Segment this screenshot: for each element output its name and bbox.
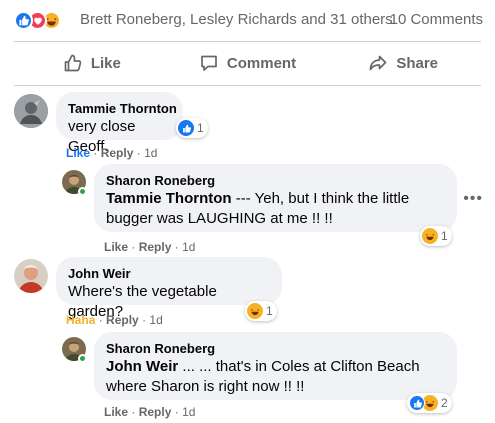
comment-like-link[interactable]: Like — [104, 405, 128, 419]
action-bar: Like Comment Share — [14, 46, 481, 80]
reaction-names[interactable]: Brett Roneberg, Lesley Richards and 31 o… — [80, 11, 393, 28]
haha-icon — [422, 228, 438, 244]
comment-reply-link[interactable]: Reply — [139, 405, 172, 419]
comment-time[interactable]: 1d — [182, 405, 195, 419]
comment-author[interactable]: John Weir — [68, 265, 270, 282]
comment-reply-link[interactable]: Reply — [101, 146, 134, 160]
reaction-badge[interactable]: 1 — [245, 301, 277, 321]
comment-mention[interactable]: Tammie Thornton — [106, 190, 232, 207]
comment-meta: Like · Reply · 1d — [66, 146, 158, 160]
share-button[interactable]: Share — [325, 46, 481, 80]
reaction-badge[interactable]: 2 — [407, 393, 452, 413]
like-icon — [178, 120, 194, 136]
comment-time[interactable]: 1d — [144, 146, 157, 160]
haha-icon — [247, 303, 263, 319]
comment-haha-link[interactable]: Haha — [66, 313, 95, 327]
like-icon — [409, 395, 425, 411]
reaction-badge[interactable]: 1 — [420, 226, 452, 246]
comment-bubble: Sharon Roneberg John Weir ... ... that's… — [94, 332, 457, 400]
reaction-count: 2 — [441, 396, 448, 410]
comment-bubble: John Weir Where's the vegetable garden? — [56, 257, 282, 320]
reaction-summary: Brett Roneberg, Lesley Richards and 31 o… — [0, 0, 495, 40]
online-status-indicator — [78, 354, 87, 363]
more-options-icon[interactable]: ••• — [463, 190, 483, 208]
comment-time[interactable]: 1d — [182, 240, 195, 254]
comment-author[interactable]: Tammie Thornton — [68, 100, 177, 117]
comment-meta: Like · Reply · 1d — [104, 240, 196, 254]
divider — [14, 41, 481, 42]
reaction-icons[interactable] — [14, 11, 61, 31]
reaction-count: 1 — [441, 229, 448, 243]
comment-like-link[interactable]: Like — [66, 146, 90, 160]
comment-reply-link[interactable]: Reply — [106, 313, 139, 327]
like-button-label: Like — [90, 54, 121, 72]
comment-text: John Weir ... ... that's in Coles at Cli… — [106, 358, 420, 395]
comment-like-link[interactable]: Like — [104, 240, 128, 254]
comment-meta: Haha · Reply · 1d — [66, 313, 163, 327]
share-button-label: Share — [396, 54, 439, 72]
comment-button[interactable]: Comment — [170, 46, 326, 80]
speech-bubble-icon — [201, 55, 217, 71]
like-button[interactable]: Like — [14, 46, 170, 80]
share-arrow-icon — [369, 55, 387, 71]
thumbs-up-icon — [64, 54, 82, 72]
reaction-count: 1 — [197, 121, 204, 135]
comment-text: Tammie Thornton --- Yeh, but I think the… — [106, 190, 410, 227]
reaction-badge[interactable]: 1 — [176, 118, 208, 138]
avatar[interactable] — [14, 259, 48, 293]
comment-time[interactable]: 1d — [149, 313, 162, 327]
like-reaction-icon — [14, 11, 33, 30]
comment-button-label: Comment — [226, 54, 297, 72]
comment-reply-link[interactable]: Reply — [139, 240, 172, 254]
comment-meta: Like · Reply · 1d — [104, 405, 196, 419]
divider — [14, 85, 481, 86]
avatar[interactable] — [14, 94, 48, 128]
comment-author[interactable]: Sharon Roneberg — [106, 340, 445, 357]
online-status-indicator — [78, 187, 87, 196]
comment-author[interactable]: Sharon Roneberg — [106, 172, 445, 189]
comment-bubble: Tammie Thornton very close Geoff. — [56, 92, 183, 155]
reaction-count: 1 — [266, 304, 273, 318]
comment-mention[interactable]: John Weir — [106, 358, 178, 375]
comment-bubble: Sharon Roneberg Tammie Thornton --- Yeh,… — [94, 164, 457, 232]
comments-count[interactable]: 10 Comments — [390, 11, 483, 28]
